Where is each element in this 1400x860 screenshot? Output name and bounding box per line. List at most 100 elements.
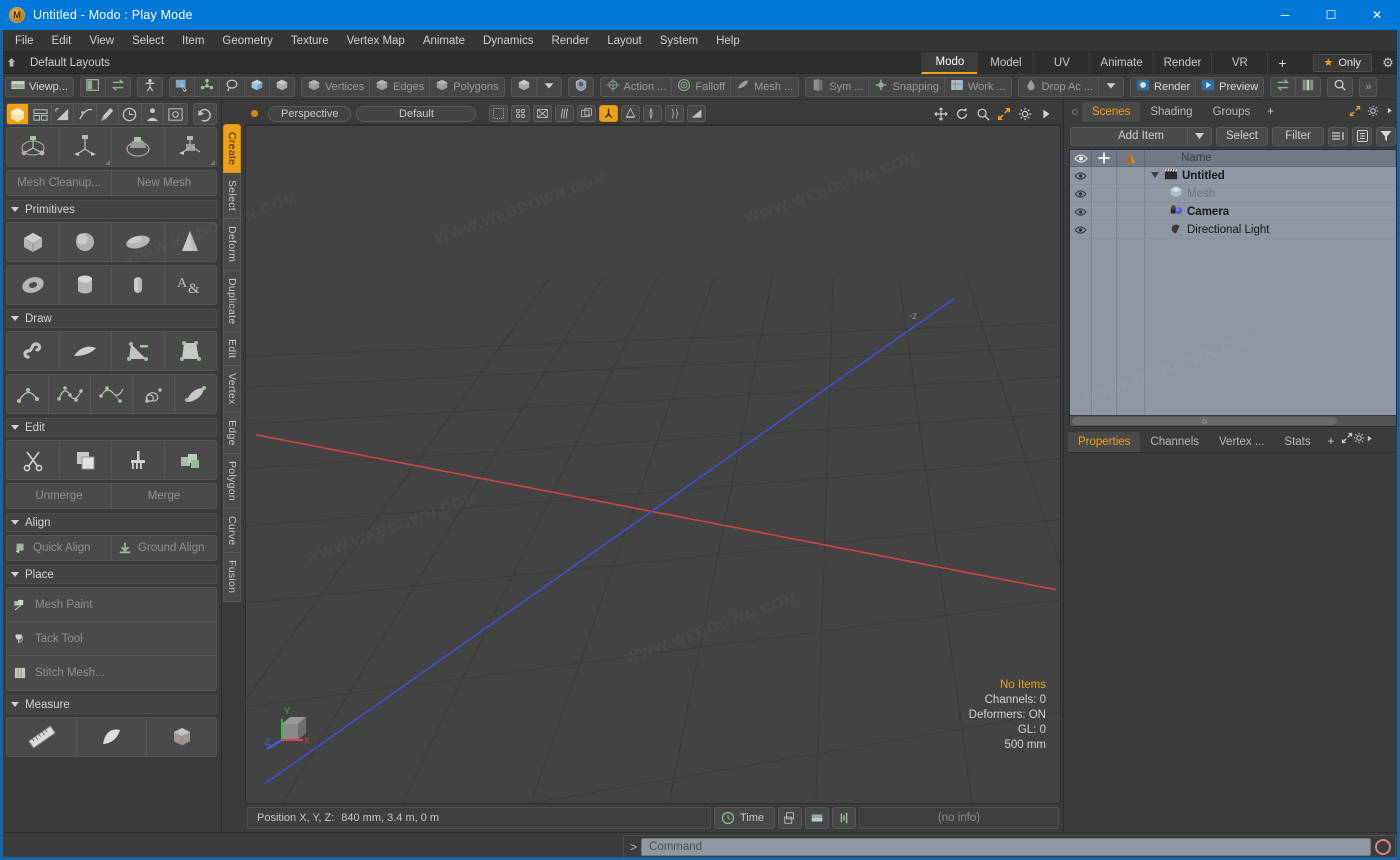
layout-tab-model[interactable]: Model: [977, 51, 1034, 74]
menu-item-view[interactable]: View: [80, 32, 123, 50]
section-measure[interactable]: Measure: [6, 695, 217, 714]
menu-item-item[interactable]: Item: [173, 32, 213, 50]
toolbar-button-lasso-icon[interactable]: [220, 77, 245, 96]
tree-row[interactable]: Camera: [1070, 203, 1396, 221]
close-button[interactable]: ✕: [1354, 0, 1400, 30]
tack-tool-row[interactable]: Tack Tool: [7, 622, 216, 656]
toolbar-button-chevron-down-icon[interactable]: [1099, 78, 1123, 96]
toolbar-button-swap-icon[interactable]: [106, 78, 130, 96]
mesh-paint-row[interactable]: Mesh Paint: [7, 588, 216, 622]
draw-spiral[interactable]: [7, 332, 60, 370]
measure-protractor[interactable]: [77, 718, 147, 756]
tab-vertex[interactable]: Vertex ...: [1209, 432, 1275, 452]
toolbar-button-vertices[interactable]: Vertices: [302, 77, 371, 96]
section-align[interactable]: Align: [6, 513, 217, 532]
toolbar-button-preview[interactable]: Preview: [1196, 78, 1263, 96]
primitive-cube[interactable]: [7, 223, 60, 261]
tree-col-eye-icon[interactable]: [1070, 150, 1092, 166]
menu-item-edit[interactable]: Edit: [43, 32, 81, 50]
row-pin-cell[interactable]: [1092, 221, 1117, 238]
clip-plane-icon[interactable]: [643, 105, 663, 122]
edit-scissors[interactable]: [7, 441, 60, 479]
layout-tab-vr[interactable]: VR: [1211, 51, 1268, 74]
section-place[interactable]: Place: [6, 565, 217, 584]
toolbar-button-cursor-select-icon[interactable]: [170, 77, 195, 96]
filter-button[interactable]: Filter: [1272, 126, 1324, 146]
row-visibility-toggle[interactable]: [1070, 221, 1092, 238]
menu-item-file[interactable]: File: [6, 32, 43, 50]
panel-arrow-icon[interactable]: [1385, 105, 1394, 119]
edit-rake[interactable]: [112, 441, 165, 479]
gradient-bg-icon[interactable]: [687, 105, 707, 122]
panel-menu-dot[interactable]: [1068, 102, 1082, 122]
primitive-cylinder[interactable]: [59, 266, 112, 304]
home-model-icon[interactable]: [7, 104, 30, 124]
panel-arrow-icon[interactable]: [1365, 435, 1374, 447]
row-material-cell[interactable]: [1117, 221, 1145, 238]
vtab-edit[interactable]: Edit: [223, 332, 241, 367]
toolbar-button-swap-arrows-icon[interactable]: [1271, 77, 1297, 96]
record-circle-icon[interactable]: [1375, 838, 1391, 855]
toolbar-button-layout-panel-icon[interactable]: [81, 77, 106, 96]
section-primitives[interactable]: Primitives: [6, 200, 217, 219]
uv-display-icon[interactable]: [533, 105, 553, 122]
draw-quad-poly[interactable]: [164, 332, 216, 370]
scrollbar-thumb[interactable]: [1072, 417, 1337, 425]
section-draw[interactable]: Draw: [6, 309, 217, 328]
toolbar-button-dropac[interactable]: Drop Ac ...: [1019, 77, 1100, 96]
vtab-select[interactable]: Select: [223, 173, 241, 220]
lighting-icon[interactable]: [599, 105, 619, 122]
draw-sculpt-surface[interactable]: [175, 375, 216, 413]
view-mode-dropdown[interactable]: Perspective: [268, 105, 352, 122]
tab-shading[interactable]: Shading: [1140, 102, 1203, 122]
tree-expander-icon[interactable]: [1151, 170, 1159, 182]
shading-dropdown[interactable]: Default: [356, 105, 477, 122]
add-item-chevron-down-icon[interactable]: [1187, 127, 1211, 145]
tree-row[interactable]: Directional Light: [1070, 221, 1396, 239]
falloff-gradient-icon[interactable]: [52, 104, 75, 124]
toolbar-button-overflow-icon[interactable]: »: [1360, 78, 1376, 96]
list-view-icon[interactable]: [1352, 126, 1372, 146]
vtab-fusion[interactable]: Fusion: [223, 553, 241, 602]
tree-row[interactable]: Untitled: [1070, 167, 1396, 185]
section-edit[interactable]: Edit: [6, 418, 217, 437]
toolbar-button-shield-icon[interactable]: [569, 78, 593, 96]
toolbar-button-columns-icon[interactable]: [1296, 78, 1320, 96]
row-visibility-toggle[interactable]: [1070, 167, 1092, 184]
toolbar-button-action[interactable]: Action ...: [601, 77, 673, 96]
button-unmerge[interactable]: Unmerge: [7, 484, 112, 508]
panel-gear-icon[interactable]: [1367, 105, 1379, 120]
only-toggle[interactable]: ★ Only: [1312, 53, 1372, 72]
minimize-button[interactable]: ─: [1262, 0, 1308, 30]
add-item-button[interactable]: Add Item: [1070, 126, 1212, 146]
edit-clone[interactable]: [164, 441, 216, 479]
tree-item-name-cell[interactable]: Directional Light: [1145, 221, 1396, 238]
time-button[interactable]: Time: [713, 807, 775, 829]
toolbar-button-polygons[interactable]: Polygons: [430, 78, 503, 96]
toolbar-button-search-icon[interactable]: [1328, 78, 1352, 96]
rotate-icon[interactable]: [955, 107, 969, 121]
zoom-box-icon[interactable]: [164, 104, 186, 124]
toolbar-button-render[interactable]: Render: [1131, 77, 1197, 96]
menu-item-texture[interactable]: Texture: [282, 32, 338, 50]
indent-list-icon[interactable]: [1328, 126, 1348, 146]
pan-icon[interactable]: [934, 106, 948, 121]
menu-item-vertex-map[interactable]: Vertex Map: [338, 32, 414, 50]
toolbar-button-snapping[interactable]: Snapping: [869, 77, 945, 96]
row-material-cell[interactable]: [1117, 185, 1145, 202]
tab-stats[interactable]: Stats: [1274, 432, 1321, 452]
timeline-button[interactable]: [805, 807, 829, 829]
brush-icon[interactable]: [97, 104, 120, 124]
tab-groups[interactable]: Groups: [1202, 102, 1261, 122]
wireframe-shaded-icon[interactable]: [489, 105, 509, 122]
row-pin-cell[interactable]: [1092, 167, 1117, 184]
tree-item-name-cell[interactable]: Camera: [1145, 203, 1396, 220]
row-pin-cell[interactable]: [1092, 185, 1117, 202]
row-material-cell[interactable]: [1117, 167, 1145, 184]
tab-scenes[interactable]: Scenes: [1082, 102, 1141, 122]
row-visibility-toggle[interactable]: [1070, 203, 1092, 220]
menu-item-geometry[interactable]: Geometry: [213, 32, 282, 50]
toolbar-button-work[interactable]: Work ...: [945, 78, 1011, 96]
scene-item-tree[interactable]: Name Untitled Mesh Camera Directional Light: [1069, 149, 1397, 427]
backdrop-icon[interactable]: [577, 105, 597, 122]
